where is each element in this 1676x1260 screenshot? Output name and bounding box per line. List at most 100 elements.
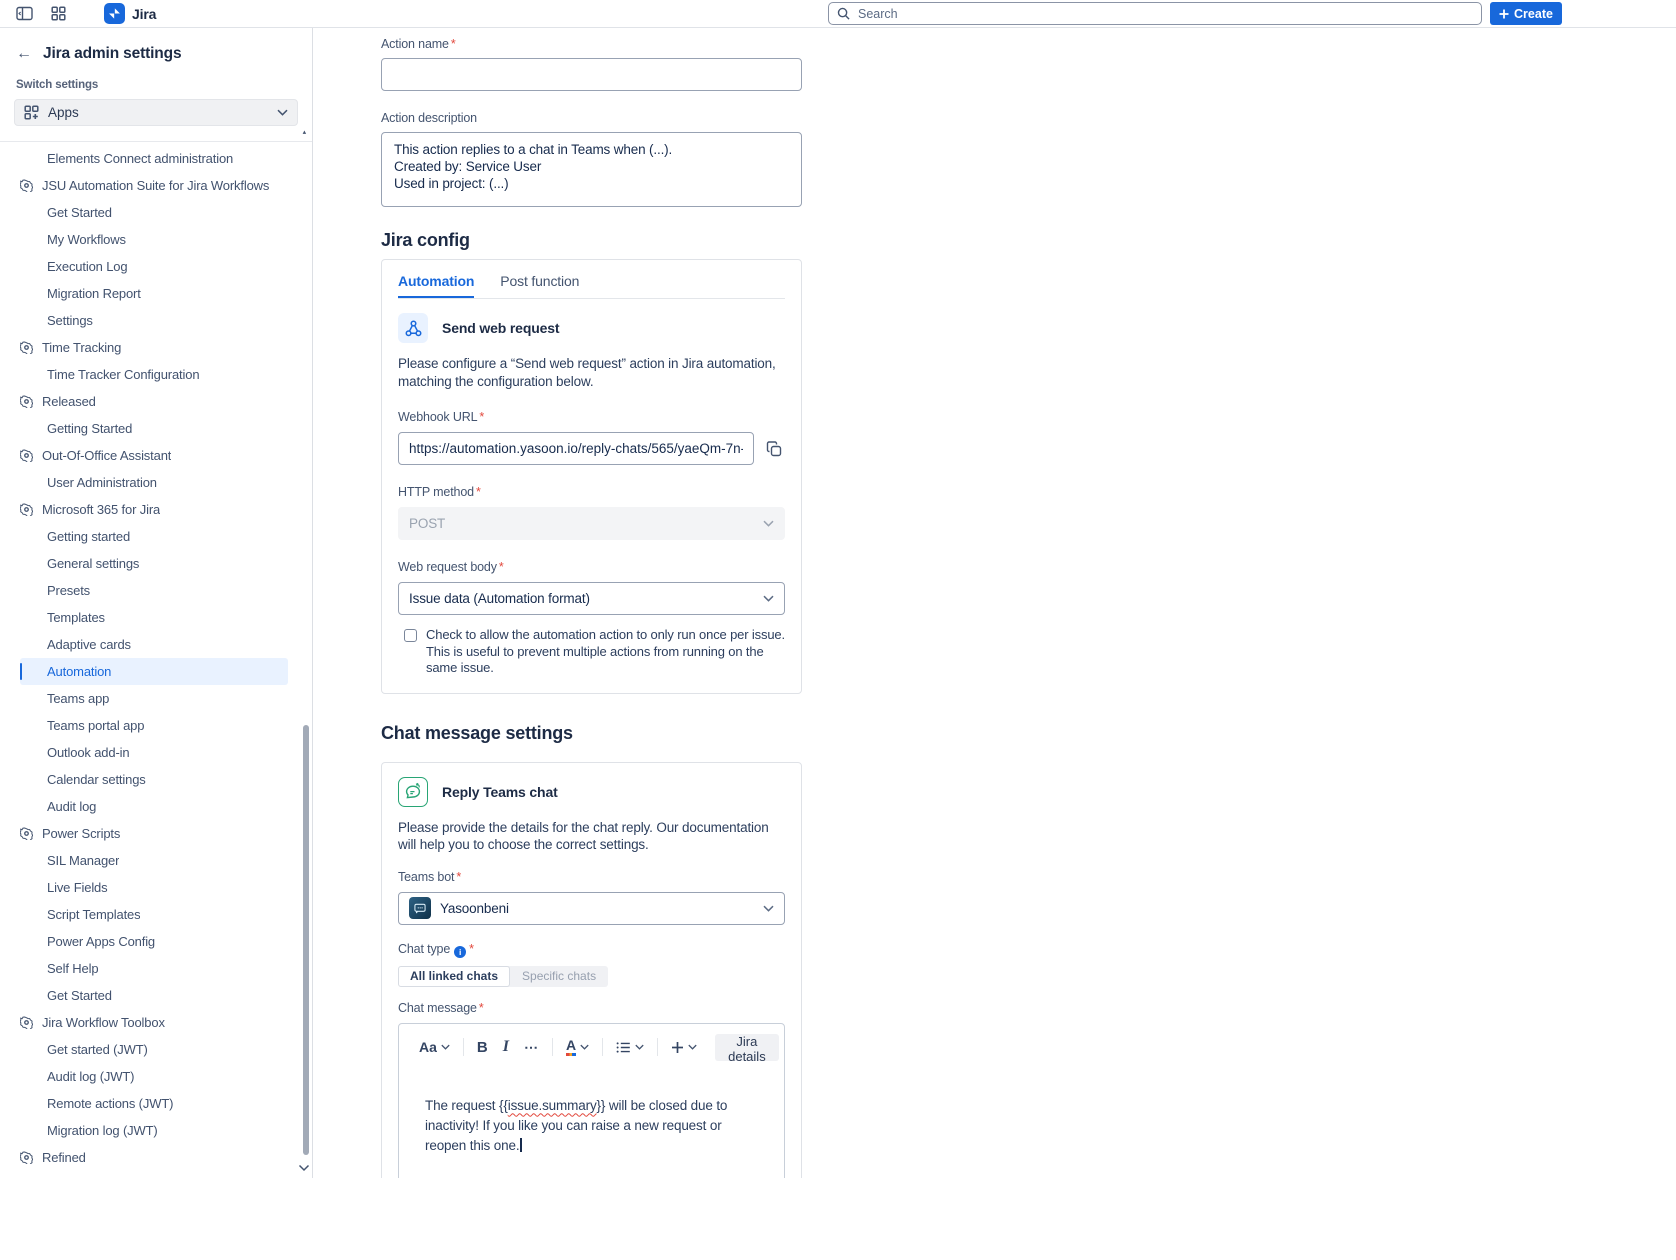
- app-icon: [20, 827, 33, 840]
- admin-settings-sidebar: ← Jira admin settings Switch settings Ap…: [0, 28, 313, 1178]
- sidebar-item-label: Templates: [47, 610, 105, 625]
- chat-message-editor: Aa B I ⋯ A: [398, 1023, 785, 1179]
- tab-automation[interactable]: Automation: [398, 273, 474, 298]
- list-dropdown[interactable]: [614, 1039, 646, 1056]
- global-search[interactable]: [828, 2, 1482, 25]
- sidebar-item-adaptive-cards[interactable]: Adaptive cards: [20, 631, 288, 658]
- sidebar-item-get-started-jwt[interactable]: Get started (JWT): [20, 1036, 288, 1063]
- webhook-url-input[interactable]: [398, 432, 754, 465]
- collapse-sidebar-button[interactable]: [14, 4, 35, 23]
- sidebar-scrollbar[interactable]: [303, 725, 309, 1155]
- copy-icon: [766, 441, 782, 457]
- sidebar-item-power-apps-config[interactable]: Power Apps Config: [20, 928, 288, 955]
- http-method-select[interactable]: POST: [398, 507, 785, 540]
- action-name-input[interactable]: [381, 58, 802, 91]
- scroll-down-chevron-icon[interactable]: [298, 1164, 310, 1172]
- sidebar-item-label: Power Scripts: [42, 826, 120, 841]
- sidebar-item-teams-app[interactable]: Teams app: [20, 685, 288, 712]
- sidebar-item-templates[interactable]: Templates: [20, 604, 288, 631]
- sidebar-item-label: Self Help: [47, 961, 98, 976]
- chevron-down-icon: [763, 905, 774, 912]
- app-icon: [20, 395, 33, 408]
- back-arrow-button[interactable]: ←: [16, 46, 32, 62]
- more-formatting-button[interactable]: ⋯: [522, 1037, 541, 1058]
- italic-button[interactable]: I: [501, 1036, 511, 1058]
- app-switcher-button[interactable]: [49, 4, 68, 23]
- jira-details-button[interactable]: Jira details: [715, 1034, 779, 1061]
- sidebar-item-label: Getting Started: [47, 421, 132, 436]
- chat-type-specific-chats[interactable]: Specific chats: [507, 966, 608, 987]
- sidebar-item-jira-workflow-toolbox[interactable]: Jira Workflow Toolbox: [20, 1009, 288, 1036]
- sidebar-item-migration-report[interactable]: Migration Report: [20, 280, 288, 307]
- sidebar-item-released[interactable]: Released: [20, 388, 288, 415]
- copy-webhook-url-button[interactable]: [763, 438, 785, 460]
- insert-dropdown[interactable]: [669, 1039, 699, 1056]
- sidebar-item-self-help[interactable]: Self Help: [20, 955, 288, 982]
- action-description-textarea[interactable]: This action replies to a chat in Teams w…: [381, 132, 802, 207]
- chat-message-content[interactable]: The request {{issue.summary}} will be cl…: [399, 1069, 784, 1179]
- sidebar-item-power-scripts[interactable]: Power Scripts: [20, 820, 288, 847]
- sidebar-item-automation[interactable]: Automation: [20, 658, 288, 685]
- switch-settings-label: Switch settings: [0, 63, 312, 97]
- chevron-down-icon: [688, 1044, 697, 1050]
- sidebar-item-outlook-add-in[interactable]: Outlook add-in: [20, 739, 288, 766]
- sidebar-title: Jira admin settings: [43, 45, 181, 63]
- jira-config-description: Please configure a “Send web request” ac…: [398, 355, 790, 390]
- sidebar-item-script-templates[interactable]: Script Templates: [20, 901, 288, 928]
- sidebar-item-user-administration[interactable]: User Administration: [20, 469, 288, 496]
- sidebar-nav: Elements Connect administration JSU Auto…: [0, 142, 312, 1178]
- sidebar-item-get-started[interactable]: Get Started: [20, 982, 288, 1009]
- sidebar-item-settings[interactable]: Settings: [20, 307, 288, 334]
- chat-type-label: Chat type: [398, 942, 785, 958]
- sidebar-item-microsoft-365-for-jira[interactable]: Microsoft 365 for Jira: [20, 496, 288, 523]
- run-once-checkbox[interactable]: [404, 629, 417, 642]
- teams-bot-select[interactable]: Yasoonbeni: [398, 892, 785, 925]
- message-variable: issue.summary: [508, 1098, 597, 1113]
- create-button[interactable]: Create: [1490, 2, 1562, 25]
- message-text: The request: [425, 1098, 499, 1113]
- sidebar-item-label: Calendar settings: [47, 772, 146, 787]
- sidebar-item-sil-manager[interactable]: SIL Manager: [20, 847, 288, 874]
- bot-avatar: [409, 897, 431, 919]
- sidebar-item-migration-log-jwt[interactable]: Migration log (JWT): [20, 1117, 288, 1144]
- sidebar-item-label: Jira Workflow Toolbox: [42, 1015, 165, 1030]
- sidebar-item-elements-connect-administration[interactable]: Elements Connect administration: [20, 145, 288, 172]
- sidebar-item-jsu-automation-suite-for-jira-workflows[interactable]: JSU Automation Suite for Jira Workflows: [20, 172, 288, 199]
- sidebar-item-label: Out-Of-Office Assistant: [42, 448, 171, 463]
- tab-post-function[interactable]: Post function: [500, 273, 579, 298]
- sidebar-item-general-settings[interactable]: General settings: [20, 550, 288, 577]
- main-content: Action name Action description This acti…: [313, 28, 1676, 1178]
- sidebar-item-configuration[interactable]: Configuration: [20, 1171, 288, 1178]
- sidebar-item-getting-started[interactable]: Getting started: [20, 523, 288, 550]
- sidebar-item-teams-portal-app[interactable]: Teams portal app: [20, 712, 288, 739]
- sidebar-item-get-started[interactable]: Get Started: [20, 199, 288, 226]
- jira-logo-icon: [104, 3, 125, 24]
- sidebar-item-refined[interactable]: Refined: [20, 1144, 288, 1171]
- apps-grid-plus-icon: [24, 105, 39, 120]
- sidebar-item-getting-started[interactable]: Getting Started: [20, 415, 288, 442]
- top-navigation-bar: Jira Create: [0, 0, 1676, 28]
- sidebar-item-calendar-settings[interactable]: Calendar settings: [20, 766, 288, 793]
- bullet-list-icon: [616, 1041, 631, 1054]
- sidebar-item-audit-log[interactable]: Audit log: [20, 793, 288, 820]
- sidebar-item-my-workflows[interactable]: My Workflows: [20, 226, 288, 253]
- sidebar-item-time-tracker-configuration[interactable]: Time Tracker Configuration: [20, 361, 288, 388]
- jira-home-link[interactable]: Jira: [104, 3, 156, 24]
- search-input[interactable]: [856, 6, 1473, 22]
- sidebar-item-time-tracking[interactable]: Time Tracking: [20, 334, 288, 361]
- text-style-dropdown[interactable]: Aa: [417, 1037, 452, 1057]
- web-request-body-select[interactable]: Issue data (Automation format): [398, 582, 785, 615]
- sidebar-item-label: Migration Report: [47, 286, 141, 301]
- sidebar-item-remote-actions-jwt[interactable]: Remote actions (JWT): [20, 1090, 288, 1117]
- text-color-dropdown[interactable]: A: [564, 1036, 591, 1058]
- sidebar-item-out-of-office-assistant[interactable]: Out-Of-Office Assistant: [20, 442, 288, 469]
- settings-category-selector[interactable]: Apps: [14, 99, 298, 126]
- bold-button[interactable]: B: [475, 1037, 490, 1058]
- sidebar-item-presets[interactable]: Presets: [20, 577, 288, 604]
- sidebar-item-label: Live Fields: [47, 880, 108, 895]
- info-icon[interactable]: [454, 946, 466, 958]
- sidebar-item-audit-log-jwt[interactable]: Audit log (JWT): [20, 1063, 288, 1090]
- sidebar-item-live-fields[interactable]: Live Fields: [20, 874, 288, 901]
- chat-type-all-linked-chats[interactable]: All linked chats: [398, 966, 510, 987]
- sidebar-item-execution-log[interactable]: Execution Log: [20, 253, 288, 280]
